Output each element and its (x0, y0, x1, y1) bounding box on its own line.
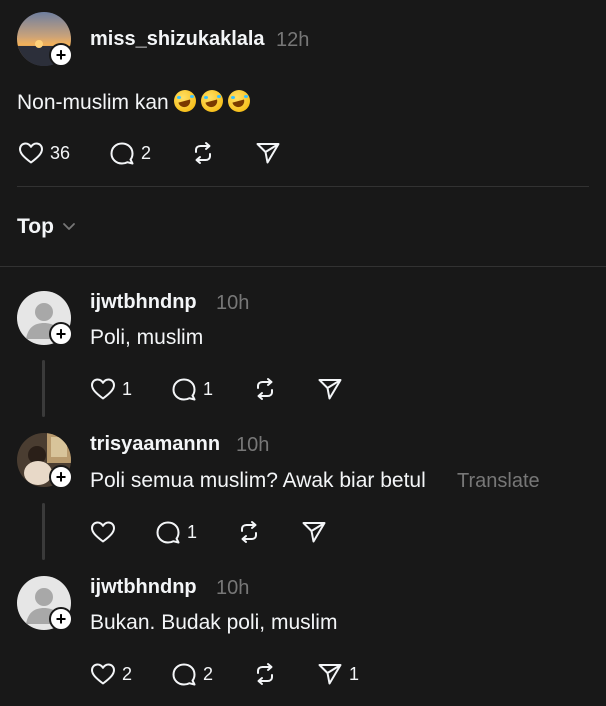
like-button[interactable] (90, 520, 116, 544)
share-button[interactable] (255, 141, 281, 165)
comment-username[interactable]: ijwtbhndnp (90, 291, 197, 314)
laughing-emoji-icon (227, 90, 250, 112)
repost-button[interactable] (236, 520, 262, 544)
comment-time: 10h (236, 434, 270, 456)
reply-count: 2 (203, 663, 214, 684)
post-text-content: Non-muslim kan (17, 91, 169, 114)
repost-icon (195, 142, 211, 164)
reply-button[interactable]: 2 (109, 141, 151, 165)
heart-icon (91, 663, 115, 685)
share-count: 1 (349, 663, 360, 684)
repost-icon (241, 521, 257, 543)
divider (17, 186, 589, 187)
reply-count: 1 (187, 521, 198, 542)
comment-text: Poli semua muslim? Awak biar betul (90, 469, 426, 492)
share-button[interactable] (317, 377, 343, 401)
repost-icon (257, 663, 273, 685)
comment-icon (172, 663, 196, 686)
like-count: 2 (122, 663, 133, 684)
comment-time: 10h (216, 292, 250, 314)
like-count: 1 (122, 378, 133, 399)
follow-plus-icon[interactable]: + (49, 322, 73, 346)
send-icon (318, 664, 342, 685)
author-username[interactable]: miss_shizukaklala (90, 28, 265, 51)
sort-dropdown[interactable]: Top (17, 215, 76, 239)
reply-button[interactable]: 1 (155, 520, 197, 544)
comment-icon (156, 521, 180, 544)
divider (0, 266, 606, 267)
like-button[interactable]: 36 (18, 141, 70, 165)
like-button[interactable]: 2 (90, 662, 132, 686)
comment-username[interactable]: trisyaamannn (90, 433, 220, 456)
laughing-emoji-icon (173, 90, 196, 112)
share-button[interactable]: 1 (317, 662, 359, 686)
reply-button[interactable]: 2 (171, 662, 213, 686)
comment-icon (172, 378, 196, 401)
reply-count: 1 (203, 378, 214, 399)
reply-count: 2 (141, 142, 152, 163)
comment-text: Bukan. Budak poli, muslim (90, 611, 338, 634)
repost-icon (257, 378, 273, 400)
like-button[interactable]: 1 (90, 377, 132, 401)
post-time: 12h (276, 29, 310, 51)
comment-username[interactable]: ijwtbhndnp (90, 576, 197, 599)
follow-plus-icon[interactable]: + (49, 607, 73, 631)
comment-time: 10h (216, 577, 250, 599)
send-icon (256, 143, 280, 164)
thread-line (42, 360, 45, 417)
heart-icon (91, 378, 115, 400)
sort-label: Top (17, 215, 54, 238)
repost-button[interactable] (252, 662, 278, 686)
heart-icon (19, 142, 43, 164)
reply-button[interactable]: 1 (171, 377, 213, 401)
repost-button[interactable] (190, 141, 216, 165)
chevron-down-icon (63, 223, 75, 230)
thread-line (42, 503, 45, 560)
heart-icon (91, 521, 115, 543)
share-button[interactable] (301, 520, 327, 544)
post-text: Non-muslim kan (17, 90, 250, 115)
send-icon (318, 379, 342, 400)
comment-text: Poli, muslim (90, 326, 204, 349)
repost-button[interactable] (252, 377, 278, 401)
laughing-emoji-icon (200, 90, 223, 112)
follow-plus-icon[interactable]: + (49, 43, 73, 67)
send-icon (302, 522, 326, 543)
comment-icon (110, 142, 134, 165)
follow-plus-icon[interactable]: + (49, 465, 73, 489)
like-count: 36 (50, 142, 71, 163)
translate-link[interactable]: Translate (457, 470, 540, 493)
